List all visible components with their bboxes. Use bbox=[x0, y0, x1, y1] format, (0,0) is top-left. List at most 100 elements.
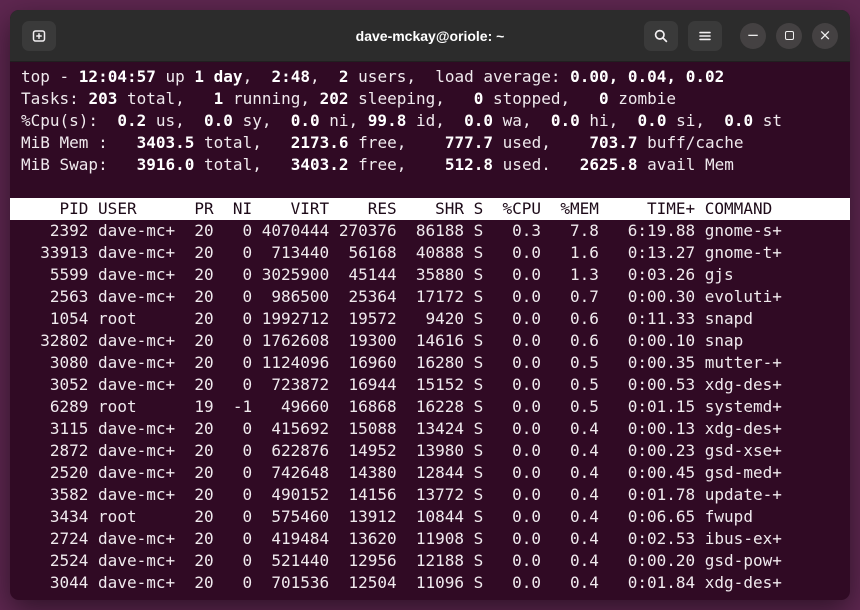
cell-shr: 11096 bbox=[406, 572, 464, 594]
cell-virt: 521440 bbox=[262, 550, 329, 572]
cell-s: S bbox=[474, 528, 484, 550]
summary-text: 202 bbox=[320, 89, 359, 108]
cell-pr: 20 bbox=[185, 264, 214, 286]
cell-shr: 13772 bbox=[406, 484, 464, 506]
summary-text: top - bbox=[21, 67, 79, 86]
cell-res: 13620 bbox=[339, 528, 397, 550]
cell-cmd: gjs bbox=[705, 264, 839, 286]
cell-pr: 20 bbox=[185, 374, 214, 396]
cell-cmd: xdg-des+ bbox=[705, 374, 839, 396]
column-header-time: TIME+ bbox=[608, 198, 695, 220]
summary-line: MiB Swap: 3916.0 total, 3403.2 free, 512… bbox=[10, 154, 850, 176]
cell-virt: 723872 bbox=[262, 374, 329, 396]
close-button[interactable]: × bbox=[812, 23, 838, 49]
cell-cmd: gsd-pow+ bbox=[705, 550, 839, 572]
summary-text: us, bbox=[156, 111, 204, 130]
summary-text: ni, bbox=[329, 111, 368, 130]
cell-cpu: 0.0 bbox=[493, 242, 541, 264]
cell-s: S bbox=[474, 396, 484, 418]
maximize-button[interactable] bbox=[776, 23, 802, 49]
cell-virt: 575460 bbox=[262, 506, 329, 528]
cell-time: 0:01.84 bbox=[608, 572, 695, 594]
summary-line: Tasks: 203 total, 1 running, 202 sleepin… bbox=[10, 88, 850, 110]
cell-pid: 6289 bbox=[21, 396, 88, 418]
cell-cpu: 0.0 bbox=[493, 330, 541, 352]
cell-pr: 20 bbox=[185, 308, 214, 330]
summary-text: 0.0 bbox=[464, 111, 503, 130]
cell-pid: 3115 bbox=[21, 418, 88, 440]
cell-s: S bbox=[474, 506, 484, 528]
cell-pid: 3052 bbox=[21, 374, 88, 396]
column-header-res: RES bbox=[339, 198, 397, 220]
search-button[interactable] bbox=[644, 21, 678, 51]
cell-cpu: 0.0 bbox=[493, 484, 541, 506]
cell-mem: 0.4 bbox=[551, 484, 599, 506]
column-header-pid: PID bbox=[21, 198, 88, 220]
titlebar[interactable]: dave-mckay@oriole: ~ − bbox=[10, 10, 850, 62]
cell-virt: 3025900 bbox=[262, 264, 329, 286]
cell-user: root bbox=[98, 396, 175, 418]
menu-button[interactable] bbox=[688, 21, 722, 51]
cell-shr: 15152 bbox=[406, 374, 464, 396]
minimize-button[interactable]: − bbox=[740, 23, 766, 49]
cell-time: 0:00.35 bbox=[608, 352, 695, 374]
summary-text: 0.0 bbox=[291, 111, 330, 130]
cell-virt: 622876 bbox=[262, 440, 329, 462]
cell-pid: 3434 bbox=[21, 506, 88, 528]
cell-time: 6:19.88 bbox=[608, 220, 695, 242]
new-tab-button[interactable] bbox=[22, 21, 56, 51]
cell-virt: 4070444 bbox=[262, 220, 329, 242]
cell-mem: 0.4 bbox=[551, 418, 599, 440]
cell-virt: 701536 bbox=[262, 572, 329, 594]
summary-text: used, bbox=[503, 133, 590, 152]
summary-text: running, bbox=[233, 89, 320, 108]
cell-mem: 0.4 bbox=[551, 440, 599, 462]
cell-user: dave-mc+ bbox=[98, 242, 175, 264]
process-row: 2520dave-mc+2007426481438012844S0.00.40:… bbox=[10, 462, 850, 484]
cell-shr: 86188 bbox=[406, 220, 464, 242]
cell-cmd: gnome-t+ bbox=[705, 242, 839, 264]
cell-cpu: 0.0 bbox=[493, 506, 541, 528]
terminal-screen[interactable]: top - 12:04:57 up 1 day, 2:48, 2 users, … bbox=[10, 62, 850, 600]
cell-pr: 20 bbox=[185, 484, 214, 506]
process-row: 32802dave-mc+20017626081930014616S0.00.6… bbox=[10, 330, 850, 352]
summary-text: MiB Mem : bbox=[21, 133, 137, 152]
terminal-window: dave-mckay@oriole: ~ − bbox=[10, 10, 850, 600]
column-header-user: USER bbox=[98, 198, 175, 220]
cell-pr: 20 bbox=[185, 330, 214, 352]
cell-shr: 40888 bbox=[406, 242, 464, 264]
cell-cpu: 0.0 bbox=[493, 550, 541, 572]
cell-user: dave-mc+ bbox=[98, 462, 175, 484]
process-row: 2392dave-mc+200407044427037686188S0.37.8… bbox=[10, 220, 850, 242]
cell-cpu: 0.0 bbox=[493, 528, 541, 550]
process-row: 2524dave-mc+2005214401295612188S0.00.40:… bbox=[10, 550, 850, 572]
cell-shr: 9420 bbox=[406, 308, 464, 330]
cell-cpu: 0.0 bbox=[493, 286, 541, 308]
cell-res: 14156 bbox=[339, 484, 397, 506]
cell-time: 0:00.45 bbox=[608, 462, 695, 484]
cell-res: 15088 bbox=[339, 418, 397, 440]
cell-virt: 1762608 bbox=[262, 330, 329, 352]
cell-res: 14380 bbox=[339, 462, 397, 484]
cell-res: 12956 bbox=[339, 550, 397, 572]
cell-ni: 0 bbox=[223, 242, 252, 264]
cell-cmd: mutter-+ bbox=[705, 352, 839, 374]
cell-pid: 1054 bbox=[21, 308, 88, 330]
cell-ni: 0 bbox=[223, 462, 252, 484]
cell-time: 0:01.15 bbox=[608, 396, 695, 418]
cell-time: 0:01.78 bbox=[608, 484, 695, 506]
cell-cmd: systemd+ bbox=[705, 396, 839, 418]
summary-text: 2625.8 bbox=[580, 155, 647, 174]
process-row: 2563dave-mc+2009865002536417172S0.00.70:… bbox=[10, 286, 850, 308]
maximize-icon bbox=[785, 31, 794, 40]
cell-res: 13912 bbox=[339, 506, 397, 528]
process-table-header: PIDUSERPRNIVIRTRESSHRS%CPU%MEMTIME+COMMA… bbox=[10, 198, 850, 220]
cell-pr: 19 bbox=[185, 396, 214, 418]
cell-pid: 2563 bbox=[21, 286, 88, 308]
cell-cpu: 0.0 bbox=[493, 572, 541, 594]
summary-text: buff/cache bbox=[647, 133, 743, 152]
cell-pid: 2392 bbox=[21, 220, 88, 242]
cell-pid: 33913 bbox=[21, 242, 88, 264]
cell-s: S bbox=[474, 352, 484, 374]
cell-pr: 20 bbox=[185, 242, 214, 264]
